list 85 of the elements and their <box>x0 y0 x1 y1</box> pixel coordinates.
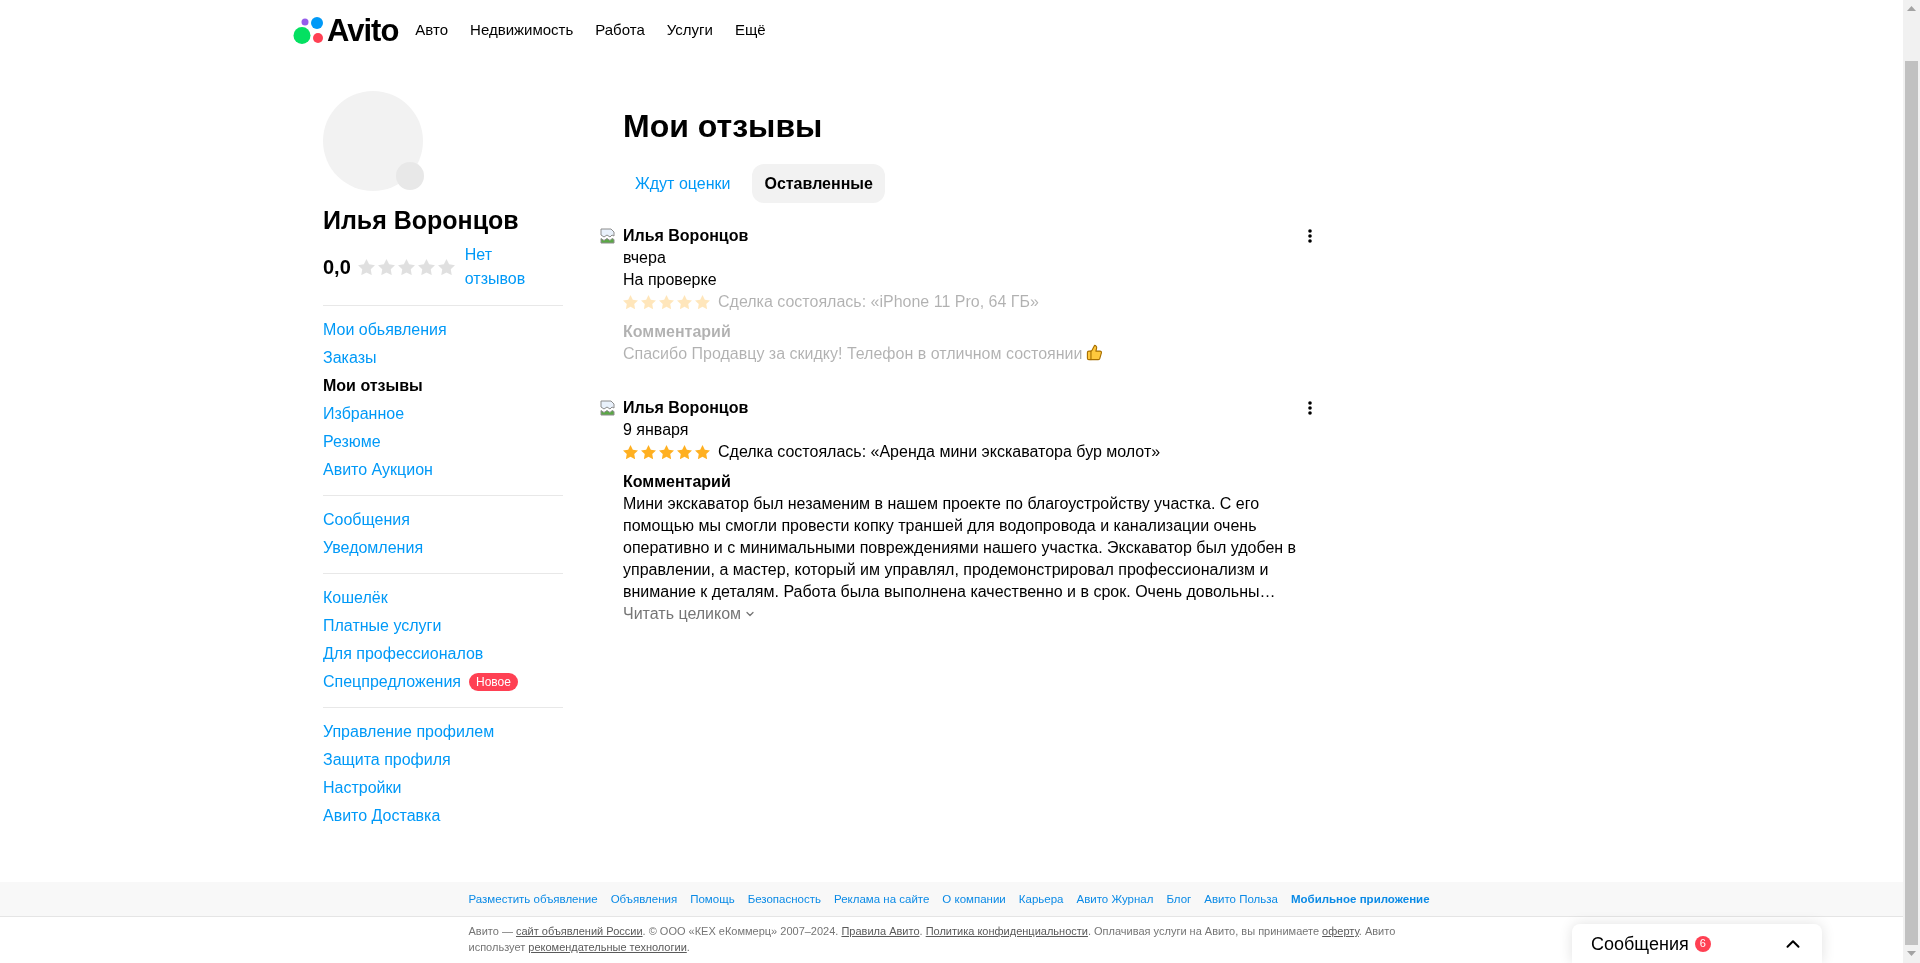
scroll-down-arrow-icon[interactable] <box>1907 951 1916 956</box>
messages-title: Сообщения <box>1591 932 1689 955</box>
more-options-icon[interactable] <box>1308 401 1312 415</box>
copyright-link[interactable]: сайт объявлений России <box>516 925 643 937</box>
colored-dots-icon <box>293 15 324 45</box>
rating-value: 0,0 <box>323 255 351 279</box>
messages-widget[interactable]: Сообщения 6 <box>1572 924 1822 963</box>
read-more-link[interactable]: Читать целиком <box>623 603 757 625</box>
sidebar-link[interactable]: Резюме <box>323 431 381 453</box>
footer-link[interactable]: Карьера <box>1018 891 1064 907</box>
star-icon <box>677 444 692 460</box>
footer-link[interactable]: Разместить объявление <box>468 891 598 907</box>
star-icon <box>357 258 375 276</box>
sidebar-link[interactable]: Мои отзывы <box>323 375 423 397</box>
footer-link[interactable]: Авито Журнал <box>1076 891 1154 907</box>
deal-text: Сделка состоялась: «iPhone 11 Pro, 64 ГБ» <box>718 292 1039 312</box>
review-author: Илья Воронцов <box>623 398 749 418</box>
avito-logo[interactable]: Avito <box>293 14 399 46</box>
profile-name: Илья Воронцов <box>323 205 520 236</box>
sidebar-link[interactable]: Спецпредложения <box>323 671 461 693</box>
footer-link[interactable]: Безопасность <box>747 891 821 907</box>
star-icon <box>437 258 455 276</box>
copyright-text: Авито — сайт объявлений России. © ООО «КЕХ еКоммерц» 2007–2024. Правила Авито. Политика конфиденциальности. Оплачивая услуги на Авито, вы принимаете оферту. Авито использует рекомендательные технологии. <box>468 924 1397 955</box>
sidebar-link[interactable]: Сообщения <box>323 509 410 531</box>
sidebar-link[interactable]: Уведомления <box>323 537 424 559</box>
review-date: 9 января <box>623 420 690 440</box>
nav-link[interactable]: Ещё <box>734 20 766 40</box>
copyright-link[interactable]: Правила Авито <box>841 925 920 937</box>
star-icon <box>397 258 415 276</box>
nav-link[interactable]: Авто <box>415 20 449 40</box>
footer-link[interactable]: Помощь <box>690 891 735 907</box>
star-icon <box>695 444 710 460</box>
star-icon <box>677 294 692 310</box>
star-icon <box>623 294 638 310</box>
deal-text: Сделка состоялась: «Аренда мини экскаватора бур молот» <box>718 442 1161 462</box>
sidebar-link[interactable]: Платные услуги <box>323 615 442 637</box>
sidebar-link[interactable]: Для профессионалов <box>323 643 484 665</box>
copyright-link[interactable]: Политика конфиденциальности <box>925 925 1088 937</box>
footer-link[interactable]: Объявления <box>610 891 678 907</box>
sidebar-link[interactable]: Избранное <box>323 403 405 425</box>
broken-image-icon <box>600 400 616 416</box>
sidebar-link[interactable]: Кошелёк <box>323 587 388 609</box>
copyright-link[interactable]: рекомендательные технологии <box>528 941 687 953</box>
star-icon <box>641 294 656 310</box>
comment-text: Спасибо Продавцу за скидку! Телефон в отличном состоянии <box>623 345 1083 362</box>
comment-label: Комментарий <box>623 472 732 492</box>
footer-link[interactable]: О компании <box>942 891 1006 907</box>
review-author: Илья Воронцов <box>623 226 749 246</box>
comment-text: Мини экскаватор был незаменим в нашем проекте по благоустройству участка. С его помощью мы смогли провести копку траншей для водопровода и канализации очень оперативно и с минимальными повреждениями нашего участка. Экскаватор был удобен в управлении, а мастер, который им управлял, продемонстрировал профессионализм и внимание к деталям. Работа была выполнена качественно и в срок. Очень довольны… <box>623 495 1297 600</box>
new-badge: Новое <box>469 673 518 691</box>
sidebar-link[interactable]: Защита профиля <box>323 749 451 771</box>
footer-link[interactable]: Авито Польза <box>1204 891 1278 907</box>
star-icon <box>417 258 435 276</box>
sidebar-link[interactable]: Управление профилем <box>323 721 495 743</box>
tab[interactable]: Ждут оценки <box>623 164 743 203</box>
scrollbar[interactable] <box>1903 0 1920 963</box>
unread-count-badge: 6 <box>1694 935 1711 952</box>
broken-image-icon <box>600 228 616 244</box>
no-reviews-link[interactable]: Нет отзывов <box>464 243 545 291</box>
star-icon <box>659 294 674 310</box>
footer-link[interactable]: Блог <box>1166 891 1192 907</box>
nav-link[interactable]: Недвижимость <box>470 20 574 40</box>
nav-link[interactable]: Услуги <box>666 20 713 40</box>
sidebar-link[interactable]: Авито Аукцион <box>323 459 433 481</box>
footer-link[interactable]: Реклама на сайте <box>834 891 930 907</box>
scroll-up-arrow-icon[interactable] <box>1907 6 1916 11</box>
review-date: вчера <box>623 248 667 268</box>
page-title: Мои отзывы <box>623 107 824 146</box>
nav-link[interactable]: Работа <box>595 20 645 40</box>
tab[interactable]: Оставленные <box>752 164 885 203</box>
sidebar-link[interactable]: Мои обьявления <box>323 319 447 341</box>
star-icon <box>623 444 638 460</box>
copyright-link[interactable]: оферту <box>1322 925 1359 937</box>
star-icon <box>695 294 710 310</box>
star-icon <box>641 444 656 460</box>
sidebar-link[interactable]: Настройки <box>323 777 402 799</box>
star-icon <box>377 258 395 276</box>
sidebar-link[interactable]: Авито Доставка <box>323 805 441 827</box>
footer-link[interactable]: Мобильное приложение <box>1290 891 1430 907</box>
scrollbar-thumb[interactable] <box>1905 61 1918 945</box>
more-options-icon[interactable] <box>1308 229 1312 243</box>
star-icon <box>659 444 674 460</box>
sidebar-link[interactable]: Заказы <box>323 347 377 369</box>
comment-label: Комментарий <box>623 322 732 342</box>
review-status: На проверке <box>623 270 718 290</box>
